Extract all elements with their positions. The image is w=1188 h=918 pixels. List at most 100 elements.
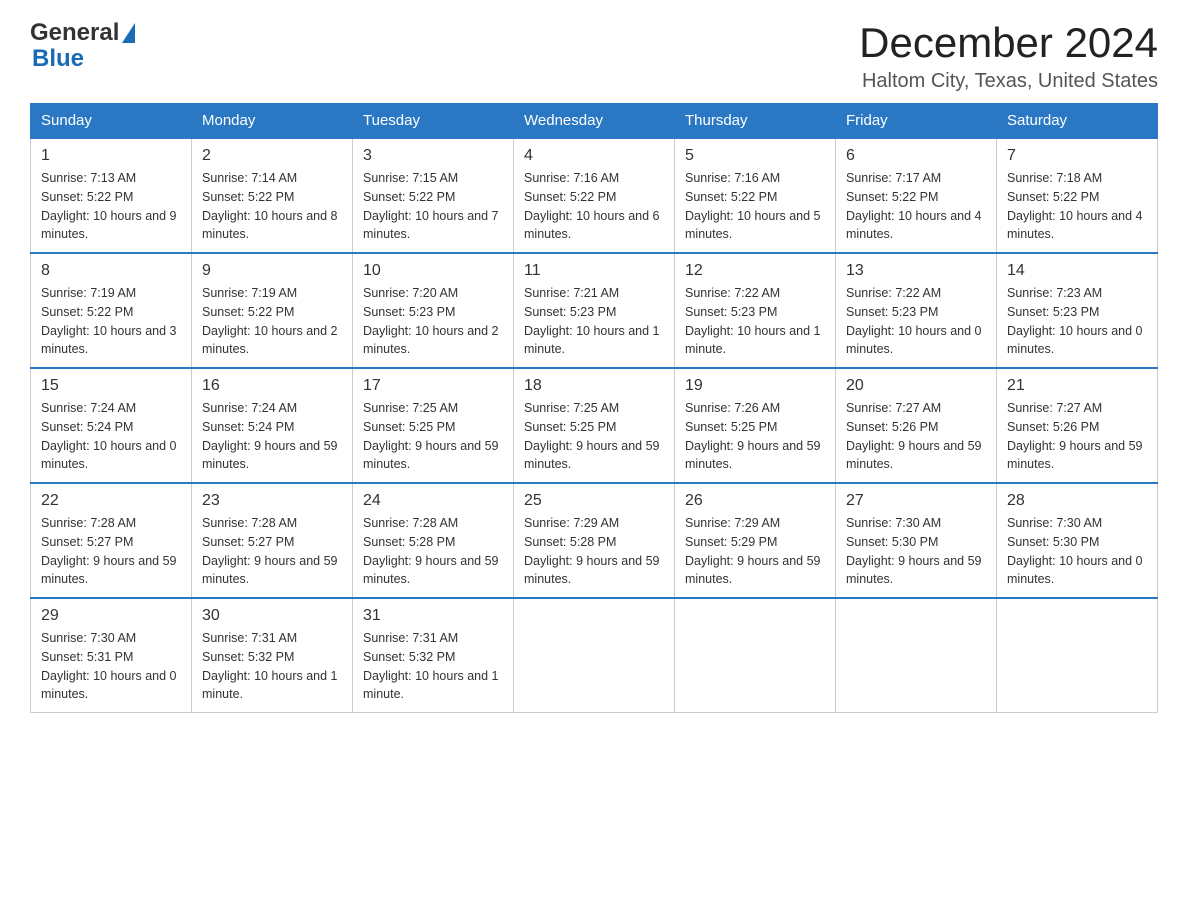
weekday-header-sunday: Sunday [31, 104, 192, 139]
day-info: Sunrise: 7:16 AM Sunset: 5:22 PM Dayligh… [524, 169, 664, 244]
calendar-header-row: SundayMondayTuesdayWednesdayThursdayFrid… [31, 104, 1158, 139]
day-info: Sunrise: 7:24 AM Sunset: 5:24 PM Dayligh… [41, 399, 181, 474]
day-info: Sunrise: 7:27 AM Sunset: 5:26 PM Dayligh… [1007, 399, 1147, 474]
calendar-cell: 6 Sunrise: 7:17 AM Sunset: 5:22 PM Dayli… [836, 138, 997, 253]
calendar-cell: 9 Sunrise: 7:19 AM Sunset: 5:22 PM Dayli… [192, 253, 353, 368]
day-number: 28 [1007, 492, 1147, 510]
logo-triangle-icon [122, 23, 135, 43]
day-number: 16 [202, 377, 342, 395]
day-number: 7 [1007, 147, 1147, 165]
day-number: 27 [846, 492, 986, 510]
calendar-cell: 13 Sunrise: 7:22 AM Sunset: 5:23 PM Dayl… [836, 253, 997, 368]
day-number: 19 [685, 377, 825, 395]
calendar-cell: 21 Sunrise: 7:27 AM Sunset: 5:26 PM Dayl… [997, 368, 1158, 483]
day-info: Sunrise: 7:20 AM Sunset: 5:23 PM Dayligh… [363, 284, 503, 359]
calendar-cell: 19 Sunrise: 7:26 AM Sunset: 5:25 PM Dayl… [675, 368, 836, 483]
day-number: 20 [846, 377, 986, 395]
day-number: 29 [41, 607, 181, 625]
calendar-cell: 3 Sunrise: 7:15 AM Sunset: 5:22 PM Dayli… [353, 138, 514, 253]
weekday-header-monday: Monday [192, 104, 353, 139]
day-number: 4 [524, 147, 664, 165]
day-info: Sunrise: 7:25 AM Sunset: 5:25 PM Dayligh… [524, 399, 664, 474]
calendar-week-row: 22 Sunrise: 7:28 AM Sunset: 5:27 PM Dayl… [31, 483, 1158, 598]
day-info: Sunrise: 7:19 AM Sunset: 5:22 PM Dayligh… [41, 284, 181, 359]
calendar-week-row: 29 Sunrise: 7:30 AM Sunset: 5:31 PM Dayl… [31, 598, 1158, 713]
logo-general-text: General [30, 20, 119, 46]
day-info: Sunrise: 7:26 AM Sunset: 5:25 PM Dayligh… [685, 399, 825, 474]
day-number: 17 [363, 377, 503, 395]
page-header: General Blue December 2024 Haltom City, … [30, 20, 1158, 93]
calendar-cell: 4 Sunrise: 7:16 AM Sunset: 5:22 PM Dayli… [514, 138, 675, 253]
day-info: Sunrise: 7:25 AM Sunset: 5:25 PM Dayligh… [363, 399, 503, 474]
day-number: 6 [846, 147, 986, 165]
calendar-cell [514, 598, 675, 713]
day-info: Sunrise: 7:14 AM Sunset: 5:22 PM Dayligh… [202, 169, 342, 244]
calendar-cell: 27 Sunrise: 7:30 AM Sunset: 5:30 PM Dayl… [836, 483, 997, 598]
day-info: Sunrise: 7:23 AM Sunset: 5:23 PM Dayligh… [1007, 284, 1147, 359]
calendar-cell: 20 Sunrise: 7:27 AM Sunset: 5:26 PM Dayl… [836, 368, 997, 483]
calendar-cell: 15 Sunrise: 7:24 AM Sunset: 5:24 PM Dayl… [31, 368, 192, 483]
location-subtitle: Haltom City, Texas, United States [859, 70, 1158, 93]
calendar-cell: 2 Sunrise: 7:14 AM Sunset: 5:22 PM Dayli… [192, 138, 353, 253]
calendar-cell: 24 Sunrise: 7:28 AM Sunset: 5:28 PM Dayl… [353, 483, 514, 598]
calendar-table: SundayMondayTuesdayWednesdayThursdayFrid… [30, 103, 1158, 713]
day-number: 5 [685, 147, 825, 165]
calendar-cell: 29 Sunrise: 7:30 AM Sunset: 5:31 PM Dayl… [31, 598, 192, 713]
calendar-cell: 26 Sunrise: 7:29 AM Sunset: 5:29 PM Dayl… [675, 483, 836, 598]
calendar-cell: 1 Sunrise: 7:13 AM Sunset: 5:22 PM Dayli… [31, 138, 192, 253]
day-number: 23 [202, 492, 342, 510]
calendar-cell: 8 Sunrise: 7:19 AM Sunset: 5:22 PM Dayli… [31, 253, 192, 368]
day-number: 13 [846, 262, 986, 280]
day-info: Sunrise: 7:28 AM Sunset: 5:27 PM Dayligh… [41, 514, 181, 589]
day-number: 3 [363, 147, 503, 165]
calendar-cell: 5 Sunrise: 7:16 AM Sunset: 5:22 PM Dayli… [675, 138, 836, 253]
calendar-cell [836, 598, 997, 713]
day-info: Sunrise: 7:31 AM Sunset: 5:32 PM Dayligh… [363, 629, 503, 704]
day-number: 9 [202, 262, 342, 280]
calendar-cell [997, 598, 1158, 713]
weekday-header-saturday: Saturday [997, 104, 1158, 139]
day-info: Sunrise: 7:31 AM Sunset: 5:32 PM Dayligh… [202, 629, 342, 704]
calendar-cell: 17 Sunrise: 7:25 AM Sunset: 5:25 PM Dayl… [353, 368, 514, 483]
day-info: Sunrise: 7:30 AM Sunset: 5:30 PM Dayligh… [1007, 514, 1147, 589]
calendar-week-row: 15 Sunrise: 7:24 AM Sunset: 5:24 PM Dayl… [31, 368, 1158, 483]
day-info: Sunrise: 7:13 AM Sunset: 5:22 PM Dayligh… [41, 169, 181, 244]
day-number: 10 [363, 262, 503, 280]
calendar-cell: 7 Sunrise: 7:18 AM Sunset: 5:22 PM Dayli… [997, 138, 1158, 253]
calendar-cell: 16 Sunrise: 7:24 AM Sunset: 5:24 PM Dayl… [192, 368, 353, 483]
day-number: 12 [685, 262, 825, 280]
logo: General Blue [30, 20, 135, 73]
day-number: 18 [524, 377, 664, 395]
calendar-cell: 10 Sunrise: 7:20 AM Sunset: 5:23 PM Dayl… [353, 253, 514, 368]
day-info: Sunrise: 7:22 AM Sunset: 5:23 PM Dayligh… [846, 284, 986, 359]
logo-blue-text: Blue [32, 45, 84, 72]
calendar-cell: 25 Sunrise: 7:29 AM Sunset: 5:28 PM Dayl… [514, 483, 675, 598]
day-info: Sunrise: 7:28 AM Sunset: 5:28 PM Dayligh… [363, 514, 503, 589]
day-info: Sunrise: 7:18 AM Sunset: 5:22 PM Dayligh… [1007, 169, 1147, 244]
day-info: Sunrise: 7:29 AM Sunset: 5:28 PM Dayligh… [524, 514, 664, 589]
calendar-week-row: 1 Sunrise: 7:13 AM Sunset: 5:22 PM Dayli… [31, 138, 1158, 253]
calendar-week-row: 8 Sunrise: 7:19 AM Sunset: 5:22 PM Dayli… [31, 253, 1158, 368]
calendar-cell: 22 Sunrise: 7:28 AM Sunset: 5:27 PM Dayl… [31, 483, 192, 598]
day-info: Sunrise: 7:30 AM Sunset: 5:31 PM Dayligh… [41, 629, 181, 704]
day-info: Sunrise: 7:19 AM Sunset: 5:22 PM Dayligh… [202, 284, 342, 359]
day-info: Sunrise: 7:24 AM Sunset: 5:24 PM Dayligh… [202, 399, 342, 474]
day-number: 30 [202, 607, 342, 625]
logo-container: General Blue [30, 20, 135, 73]
weekday-header-friday: Friday [836, 104, 997, 139]
day-number: 25 [524, 492, 664, 510]
day-info: Sunrise: 7:15 AM Sunset: 5:22 PM Dayligh… [363, 169, 503, 244]
title-block: December 2024 Haltom City, Texas, United… [859, 20, 1158, 93]
calendar-cell: 11 Sunrise: 7:21 AM Sunset: 5:23 PM Dayl… [514, 253, 675, 368]
day-number: 11 [524, 262, 664, 280]
day-number: 22 [41, 492, 181, 510]
day-info: Sunrise: 7:17 AM Sunset: 5:22 PM Dayligh… [846, 169, 986, 244]
day-number: 1 [41, 147, 181, 165]
calendar-cell: 23 Sunrise: 7:28 AM Sunset: 5:27 PM Dayl… [192, 483, 353, 598]
day-info: Sunrise: 7:22 AM Sunset: 5:23 PM Dayligh… [685, 284, 825, 359]
calendar-cell: 18 Sunrise: 7:25 AM Sunset: 5:25 PM Dayl… [514, 368, 675, 483]
day-number: 2 [202, 147, 342, 165]
logo-top-line: General [30, 20, 135, 46]
day-info: Sunrise: 7:29 AM Sunset: 5:29 PM Dayligh… [685, 514, 825, 589]
calendar-cell: 30 Sunrise: 7:31 AM Sunset: 5:32 PM Dayl… [192, 598, 353, 713]
